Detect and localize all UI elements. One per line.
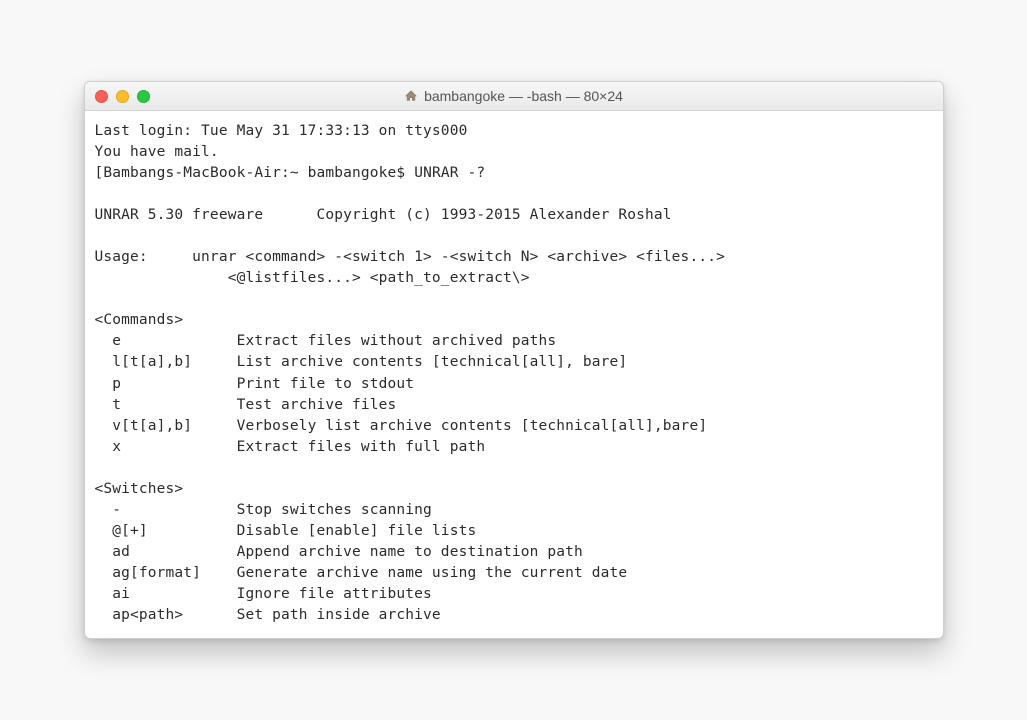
line: ai Ignore file attributes [95,586,432,602]
terminal-body[interactable]: Last login: Tue May 31 17:33:13 on ttys0… [85,111,943,637]
window-title-text: bambangoke — -bash — 80×24 [424,88,623,104]
home-icon [404,89,418,103]
line: <Commands> [95,312,184,328]
line: - Stop switches scanning [95,502,432,518]
line: p Print file to stdout [95,376,415,392]
line: @[+] Disable [enable] file lists [95,523,477,539]
line: UNRAR 5.30 freeware Copyright (c) 1993-2… [95,207,672,223]
line: You have mail. [95,144,219,160]
minimize-icon[interactable] [116,90,129,103]
line: ap<path> Set path inside archive [95,607,441,623]
line: x Extract files with full path [95,439,486,455]
line: <@listfiles...> <path_to_extract\> [95,270,530,286]
line: ad Append archive name to destination pa… [95,544,583,560]
line: [Bambangs-MacBook-Air:~ bambangoke$ UNRA… [95,165,486,181]
close-icon[interactable] [95,90,108,103]
maximize-icon[interactable] [137,90,150,103]
window-title: bambangoke — -bash — 80×24 [85,88,943,104]
line: e Extract files without archived paths [95,333,557,349]
line: Usage: unrar <command> -<switch 1> -<swi… [95,249,725,265]
command-input[interactable]: UNRAR -? [414,165,485,181]
line: Last login: Tue May 31 17:33:13 on ttys0… [95,123,468,139]
line: ag[format] Generate archive name using t… [95,565,628,581]
line: t Test archive files [95,397,397,413]
traffic-lights [85,90,150,103]
line: <Switches> [95,481,184,497]
window-titlebar[interactable]: bambangoke — -bash — 80×24 [85,82,943,111]
desktop-background: bambangoke — -bash — 80×24 Last login: T… [0,0,1027,720]
terminal-window: bambangoke — -bash — 80×24 Last login: T… [84,81,944,638]
line: l[t[a],b] List archive contents [technic… [95,354,628,370]
line: v[t[a],b] Verbosely list archive content… [95,418,708,434]
